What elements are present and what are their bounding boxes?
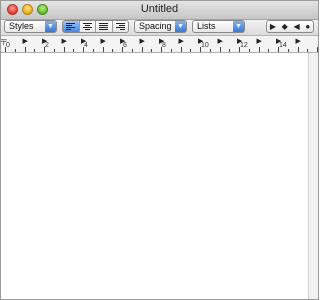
- ruler-number: 0: [6, 42, 10, 49]
- tab-stop-icon[interactable]: ▶: [296, 37, 301, 45]
- tab-stop-icon[interactable]: ▶: [23, 37, 28, 45]
- decimal-tab-icon[interactable]: ●: [305, 22, 310, 31]
- ruler-tick: [219, 47, 221, 52]
- ruler-tick: [287, 49, 289, 52]
- ruler-tick: [92, 49, 94, 52]
- ruler-tick: [24, 47, 26, 52]
- ruler-tick: [63, 47, 65, 52]
- chevron-down-icon: ▼: [233, 21, 244, 32]
- tab-stop-icon[interactable]: ▶: [101, 37, 106, 45]
- tab-stop-icon[interactable]: ▶: [218, 37, 223, 45]
- ruler-tick: [102, 47, 104, 52]
- format-toolbar: Styles ▼ Spacing ▼ Lists ▼ ▶ ◆ ◀ ●: [1, 20, 318, 36]
- ruler-tick: [297, 47, 299, 52]
- title-bar[interactable]: Untitled: [1, 1, 318, 20]
- ruler-tick: [317, 47, 318, 52]
- tab-stop-icon[interactable]: ▶: [62, 37, 67, 45]
- alignment-segmented-control: [62, 20, 129, 33]
- vertical-scrollbar[interactable]: [308, 53, 318, 299]
- lists-label: Lists: [197, 21, 216, 31]
- left-tab-icon[interactable]: ▶: [270, 22, 276, 31]
- tab-stop-icon[interactable]: ▶: [179, 37, 184, 45]
- ruler-tick: [14, 49, 16, 52]
- ruler[interactable]: ╤ 0 2 4 6 8 10 12 14 ▶ ▶ ▶ ▶ ▶ ▶ ▶ ▶ ▶ ▶ ▶ ▶ ▶ ▶ ▶: [1, 36, 318, 53]
- document-window: Untitled Styles ▼ Spacing ▼ Lists ▼ ▶ ◆ …: [0, 0, 319, 300]
- ruler-tick: [229, 49, 231, 52]
- ruler-tick: [190, 49, 192, 52]
- tab-stop-icon[interactable]: ▶: [276, 37, 281, 45]
- tab-stop-icon[interactable]: ▶: [159, 37, 164, 45]
- ruler-tick: [170, 49, 172, 52]
- styles-popup[interactable]: Styles ▼: [4, 20, 57, 33]
- align-right-button[interactable]: [113, 21, 129, 32]
- tab-stop-icon[interactable]: ▶: [198, 37, 203, 45]
- spacing-label: Spacing: [139, 21, 172, 31]
- align-left-button[interactable]: [63, 21, 80, 32]
- ruler-tick: [307, 49, 309, 52]
- ruler-tick: [112, 49, 114, 52]
- tab-stop-icon[interactable]: ▶: [140, 37, 145, 45]
- ruler-tick: [131, 49, 133, 52]
- align-left-icon: [66, 23, 76, 30]
- spacing-popup[interactable]: Spacing ▼: [134, 20, 187, 33]
- tab-stop-icon[interactable]: ▶: [120, 37, 125, 45]
- ruler-tick: [209, 49, 211, 52]
- window-title: Untitled: [140, 3, 179, 15]
- chevron-down-icon: ▼: [45, 21, 56, 32]
- tab-stop-icon[interactable]: ▶: [42, 37, 47, 45]
- ruler-tick: [248, 49, 250, 52]
- center-tab-icon[interactable]: ◆: [282, 22, 288, 31]
- tab-stop-icon[interactable]: ▶: [81, 37, 86, 45]
- ruler-tick: [141, 47, 143, 52]
- justify-icon: [99, 23, 109, 30]
- align-center-button[interactable]: [80, 21, 96, 32]
- justify-button[interactable]: [96, 21, 113, 32]
- chevron-down-icon: ▼: [175, 21, 186, 32]
- tab-stops-control: ▶ ◆ ◀ ●: [266, 20, 314, 33]
- lists-popup[interactable]: Lists ▼: [192, 20, 245, 33]
- right-tab-icon[interactable]: ◀: [293, 22, 299, 31]
- ruler-tick: [268, 49, 270, 52]
- styles-label: Styles: [9, 21, 34, 31]
- ruler-tick: [180, 47, 182, 52]
- ruler-tick: [34, 49, 36, 52]
- align-center-icon: [82, 23, 92, 30]
- ruler-tick: [73, 49, 75, 52]
- ruler-tick: [258, 47, 260, 52]
- ruler-tick: [53, 49, 55, 52]
- ruler-tick: [151, 49, 153, 52]
- tab-stop-icon[interactable]: ▶: [237, 37, 242, 45]
- align-right-icon: [115, 23, 125, 30]
- tab-stop-icon[interactable]: ▶: [257, 37, 262, 45]
- document-text-area[interactable]: [1, 53, 309, 299]
